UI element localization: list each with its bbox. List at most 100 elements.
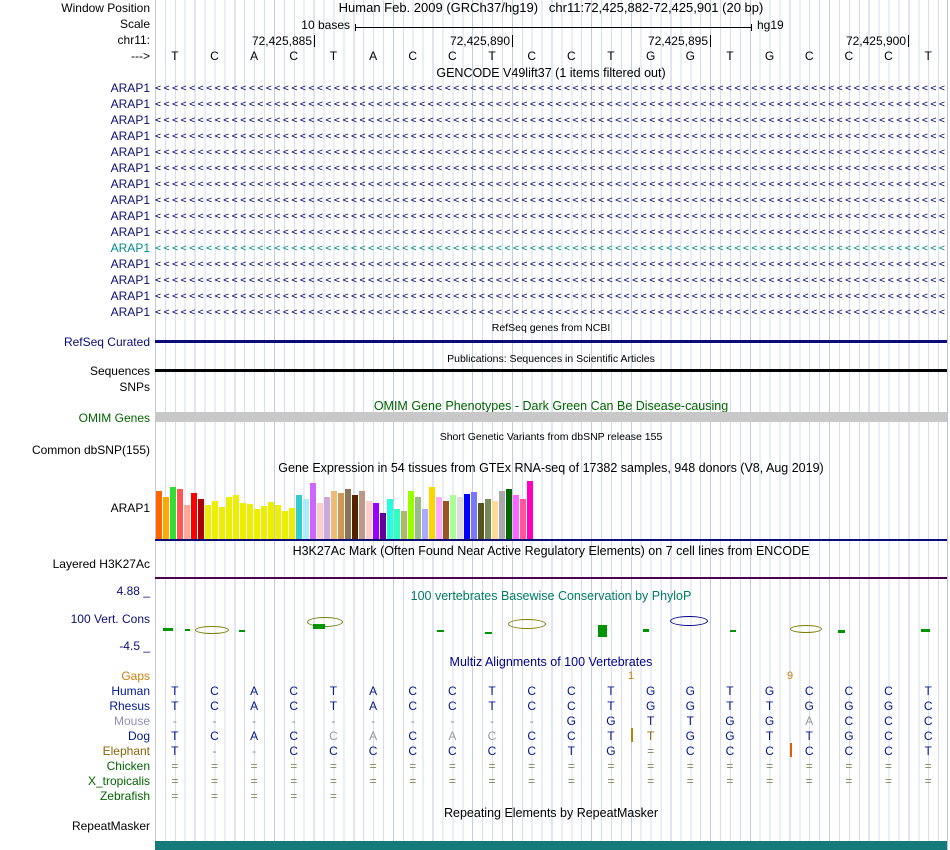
multiz-row-label-zebrafish[interactable]: Zebrafish <box>100 790 150 803</box>
gencode-transcript-label[interactable]: ARAP1 <box>111 194 150 207</box>
alignment-base: = <box>369 774 377 788</box>
gencode-transcript-label[interactable]: ARAP1 <box>111 274 150 287</box>
omim-genes-track-label[interactable]: OMIM Genes <box>79 412 150 425</box>
gencode-transcript-label[interactable]: ARAP1 <box>111 210 150 223</box>
sequence-base: T <box>607 49 615 63</box>
gencode-transcript-row[interactable]: <<<<<<<<<<<<<<<<<<<<<<<<<<<<<<<<<<<<<<<<… <box>155 98 947 111</box>
multiz-row-label-mouse[interactable]: Mouse <box>114 715 150 728</box>
gencode-transcript-row[interactable]: <<<<<<<<<<<<<<<<<<<<<<<<<<<<<<<<<<<<<<<<… <box>155 130 947 143</box>
gencode-transcript-row[interactable]: <<<<<<<<<<<<<<<<<<<<<<<<<<<<<<<<<<<<<<<<… <box>155 178 947 191</box>
snps-track-label[interactable]: SNPs <box>119 381 150 394</box>
gencode-transcript-row[interactable]: <<<<<<<<<<<<<<<<<<<<<<<<<<<<<<<<<<<<<<<<… <box>155 82 947 95</box>
ucsc-genome-browser-image: Window Position Scale chr11: ---> RefSeq Cur… <box>0 0 950 850</box>
repeatmasker-track-title[interactable]: Repeating Elements by RepeatMasker <box>155 806 947 820</box>
alignment-base: = <box>686 774 694 788</box>
omim-track-title[interactable]: OMIM Gene Phenotypes - Dark Green Can Be… <box>155 399 947 413</box>
refseq-track-title[interactable]: RefSeq genes from NCBI <box>155 321 947 335</box>
gtex-tissue-bar <box>436 497 442 539</box>
alignment-base: C <box>408 744 418 758</box>
gencode-transcript-label[interactable]: ARAP1 <box>111 130 150 143</box>
gencode-transcript-row[interactable]: <<<<<<<<<<<<<<<<<<<<<<<<<<<<<<<<<<<<<<<<… <box>155 146 947 159</box>
gtex-tissue-bar <box>310 483 316 539</box>
gencode-transcript-label[interactable]: ARAP1 <box>111 258 150 271</box>
browser-tracks-area[interactable]: Human Feb. 2009 (GRCh37/hg19) chr11:72,4… <box>155 0 948 850</box>
sequence-base: C <box>408 49 418 63</box>
multiz-track-title[interactable]: Multiz Alignments of 100 Vertebrates <box>155 655 947 669</box>
gencode-transcript-row[interactable]: <<<<<<<<<<<<<<<<<<<<<<<<<<<<<<<<<<<<<<<<… <box>155 194 947 207</box>
gencode-transcript-row[interactable]: <<<<<<<<<<<<<<<<<<<<<<<<<<<<<<<<<<<<<<<<… <box>155 274 947 287</box>
phylop-track-label[interactable]: 100 Vert. Cons <box>71 613 150 626</box>
multiz-row-label-x_tropicalis[interactable]: X_tropicalis <box>88 775 150 788</box>
alignment-base: A <box>250 699 259 713</box>
gtex-tissue-bar <box>520 499 526 539</box>
multiz-row-label-chicken[interactable]: Chicken <box>107 760 150 773</box>
sequence-base: A <box>250 49 259 63</box>
multiz-row-label-rhesus[interactable]: Rhesus <box>109 700 150 713</box>
alignment-base: T <box>171 684 179 698</box>
alignment-base: C <box>884 684 893 698</box>
alignment-base: C <box>487 729 497 743</box>
gencode-transcript-label[interactable]: ARAP1 <box>111 290 150 303</box>
bottom-teal-bar <box>155 841 947 850</box>
dbsnp-track-title[interactable]: Short Genetic Variants from dbSNP releas… <box>155 430 947 444</box>
multiz-row-label-elephant[interactable]: Elephant <box>103 745 150 758</box>
gtex-tissue-bar <box>429 487 435 539</box>
gencode-transcript-label[interactable]: ARAP1 <box>111 114 150 127</box>
gencode-transcript-label[interactable]: ARAP1 <box>111 306 150 319</box>
gtex-gene-label[interactable]: ARAP1 <box>111 502 150 515</box>
gencode-transcript-label[interactable]: ARAP1 <box>111 146 150 159</box>
refseq-curated-transcript-line[interactable] <box>155 340 947 343</box>
phylop-positive-mark <box>313 624 325 629</box>
phylop-positive-mark <box>185 629 190 631</box>
h3k27ac-track-title[interactable]: H3K27Ac Mark (Often Found Near Active Re… <box>155 544 947 558</box>
gencode-transcript-label-highlight[interactable]: ARAP1 <box>111 242 150 255</box>
h3k27ac-signal-line[interactable] <box>155 577 947 579</box>
alignment-base: C <box>725 744 735 758</box>
alignment-base: C <box>408 729 418 743</box>
refseq-curated-track-label[interactable]: RefSeq Curated <box>64 336 150 349</box>
multiz-row-label-gaps[interactable]: Gaps <box>121 670 150 683</box>
gencode-transcript-row[interactable]: <<<<<<<<<<<<<<<<<<<<<<<<<<<<<<<<<<<<<<<<… <box>155 290 947 303</box>
gencode-transcript-label[interactable]: ARAP1 <box>111 226 150 239</box>
gencode-transcript-row[interactable]: <<<<<<<<<<<<<<<<<<<<<<<<<<<<<<<<<<<<<<<<… <box>155 210 947 223</box>
repeatmasker-track-label[interactable]: RepeatMasker <box>72 820 150 833</box>
alignment-base: C <box>566 699 576 713</box>
omim-genes-bar[interactable] <box>155 412 947 422</box>
alignment-base: = <box>647 759 655 773</box>
multiz-gap-count: 1 <box>627 670 635 682</box>
alignment-base: C <box>448 684 457 698</box>
gencode-transcript-label[interactable]: ARAP1 <box>111 82 150 95</box>
gencode-transcript-label[interactable]: ARAP1 <box>111 178 150 191</box>
multiz-row-label-human[interactable]: Human <box>111 685 150 698</box>
sequence-base: C <box>527 49 536 63</box>
phylop-ellipse <box>790 625 822 633</box>
phylop-track-title[interactable]: 100 vertebrates Basewise Conservation by… <box>155 589 947 603</box>
alignment-base: C <box>566 729 576 743</box>
common-dbsnp-track-label[interactable]: Common dbSNP(155) <box>32 444 150 457</box>
gencode-transcript-label[interactable]: ARAP1 <box>111 162 150 175</box>
sequences-track-label[interactable]: Sequences <box>90 365 150 378</box>
alignment-base: G <box>804 699 814 713</box>
gencode-transcript-label[interactable]: ARAP1 <box>111 98 150 111</box>
alignment-base: T <box>171 744 179 758</box>
sequence-base: C <box>884 49 893 63</box>
gencode-track-title[interactable]: GENCODE V49lift37 (1 items filtered out) <box>155 66 947 80</box>
gencode-transcript-row[interactable]: <<<<<<<<<<<<<<<<<<<<<<<<<<<<<<<<<<<<<<<<… <box>155 306 947 319</box>
multiz-row-label-dog[interactable]: Dog <box>128 730 150 743</box>
gtex-tissue-bar <box>492 501 498 539</box>
gencode-transcript-row[interactable]: <<<<<<<<<<<<<<<<<<<<<<<<<<<<<<<<<<<<<<<<… <box>155 114 947 127</box>
gtex-tissue-bar <box>296 495 302 539</box>
gtex-track-title[interactable]: Gene Expression in 54 tissues from GTEx … <box>155 461 947 475</box>
gencode-transcript-row[interactable]: <<<<<<<<<<<<<<<<<<<<<<<<<<<<<<<<<<<<<<<<… <box>155 242 947 255</box>
gencode-transcript-row[interactable]: <<<<<<<<<<<<<<<<<<<<<<<<<<<<<<<<<<<<<<<<… <box>155 258 947 271</box>
alignment-base: T <box>686 714 694 728</box>
gtex-tissue-bar <box>443 501 449 539</box>
sequence-base: C <box>804 49 814 63</box>
h3k27ac-track-label[interactable]: Layered H3K27Ac <box>53 558 150 571</box>
gencode-transcript-row[interactable]: <<<<<<<<<<<<<<<<<<<<<<<<<<<<<<<<<<<<<<<<… <box>155 162 947 175</box>
publications-track-title[interactable]: Publications: Sequences in Scientific Ar… <box>155 352 947 366</box>
gencode-transcript-row[interactable]: <<<<<<<<<<<<<<<<<<<<<<<<<<<<<<<<<<<<<<<<… <box>155 226 947 239</box>
alignment-base: = <box>726 759 734 773</box>
publications-sequences-line[interactable] <box>155 369 947 372</box>
alignment-base: T <box>607 684 615 698</box>
